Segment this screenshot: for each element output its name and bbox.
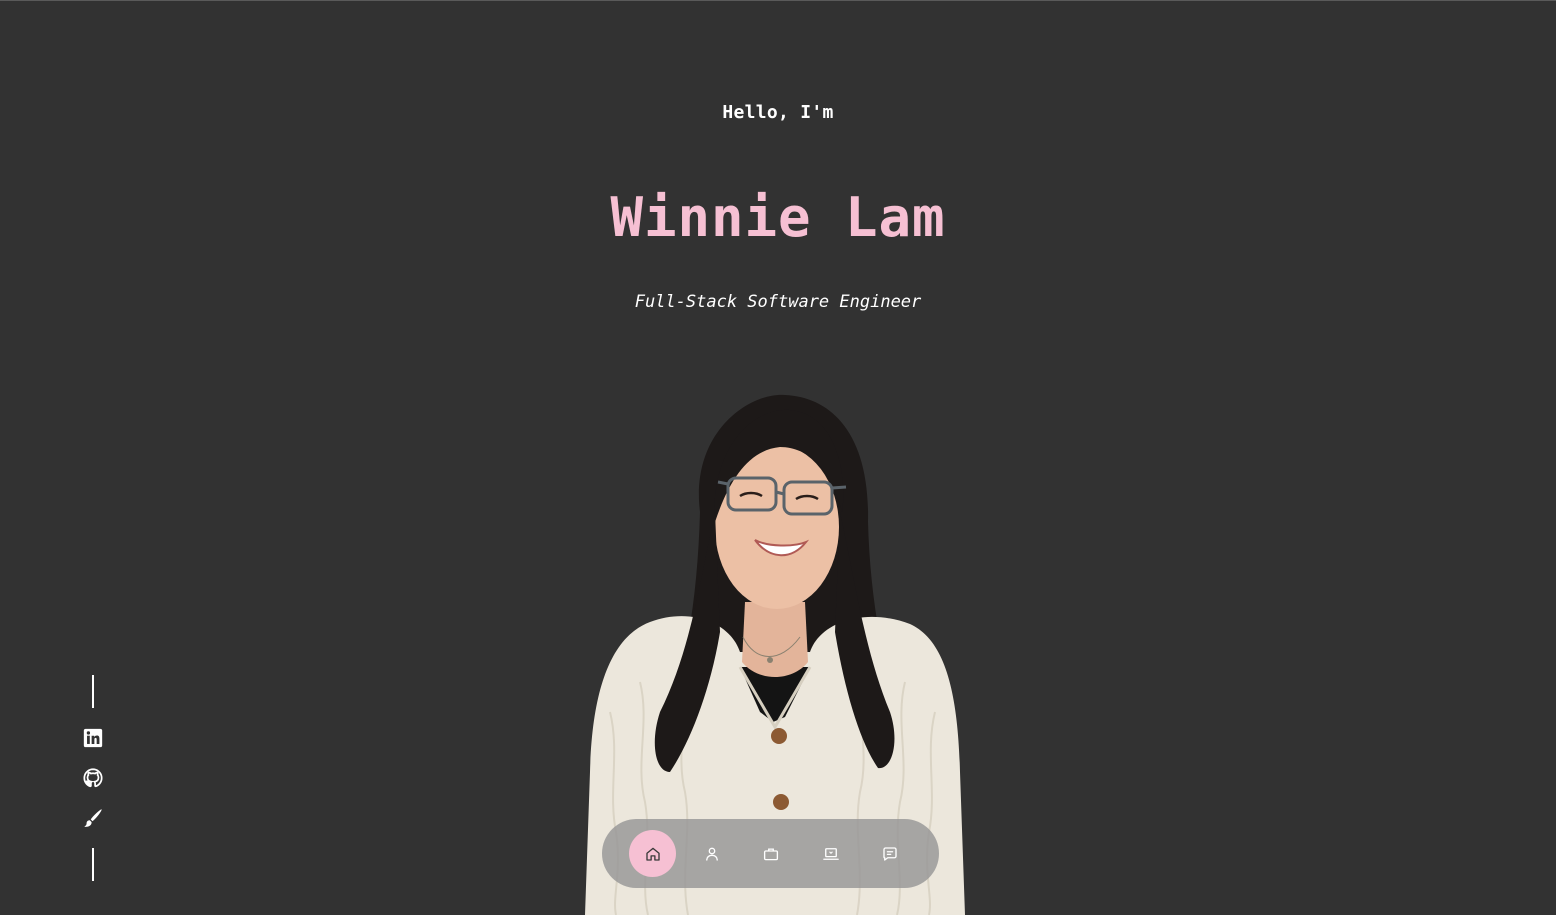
top-border bbox=[0, 0, 1556, 1]
hero-role: Full-Stack Software Engineer bbox=[634, 292, 922, 312]
brush-icon[interactable] bbox=[82, 807, 104, 829]
briefcase-icon bbox=[763, 847, 778, 860]
social-divider-top bbox=[92, 675, 94, 708]
linkedin-icon[interactable] bbox=[82, 727, 104, 749]
nav-projects-button[interactable] bbox=[807, 830, 854, 877]
nav-about-button[interactable] bbox=[688, 830, 735, 877]
hero-name: Winnie Lam bbox=[610, 186, 946, 249]
nav-contact-button[interactable] bbox=[866, 830, 913, 877]
bottom-nav-dock bbox=[602, 819, 939, 888]
nav-experience-button[interactable] bbox=[747, 830, 794, 877]
message-icon bbox=[882, 846, 897, 861]
nav-home-button[interactable] bbox=[629, 830, 676, 877]
github-icon[interactable] bbox=[82, 767, 104, 789]
social-links bbox=[80, 675, 106, 881]
user-icon bbox=[705, 847, 718, 861]
laptop-icon bbox=[822, 847, 839, 860]
home-icon bbox=[645, 847, 660, 861]
social-divider-bottom bbox=[92, 848, 94, 881]
hero-greeting: Hello, I'm bbox=[722, 102, 834, 123]
